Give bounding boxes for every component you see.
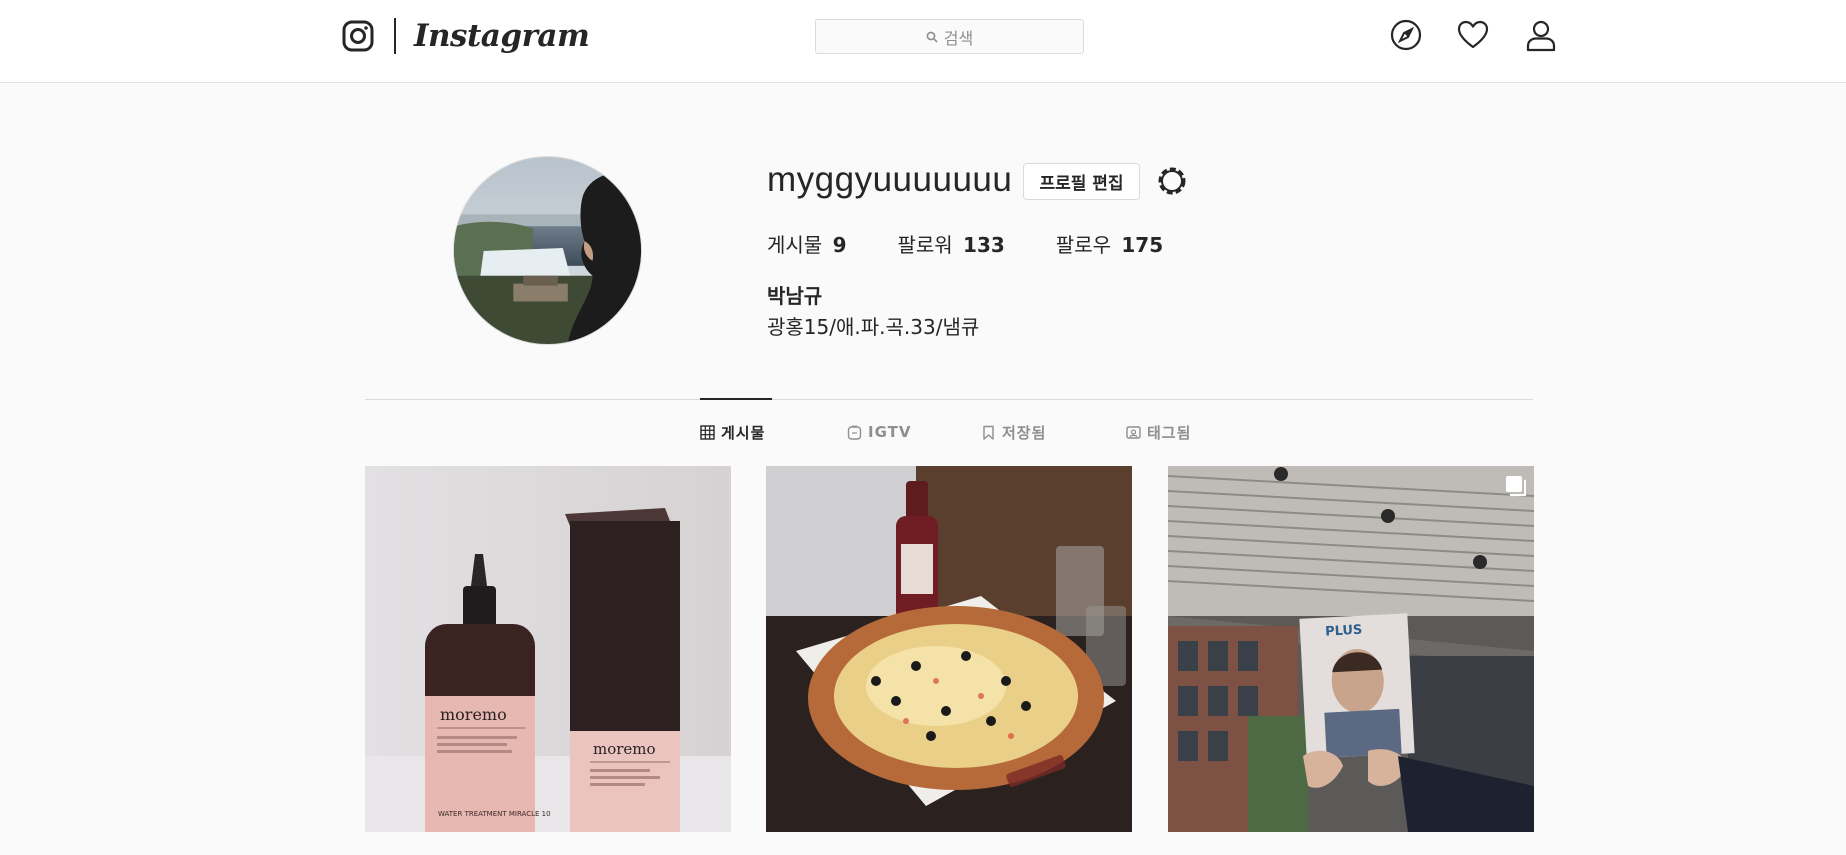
stat-following-count: 175	[1121, 233, 1164, 257]
search-icon	[926, 31, 938, 43]
instagram-logo[interactable]: Instagram	[342, 16, 590, 56]
tab-tagged[interactable]: 태그됨	[1126, 420, 1191, 444]
post-image-moremo: moremo WATER TREATMENT MIRACLE 10 moremo	[365, 466, 731, 832]
avatar-photo	[454, 157, 641, 344]
profile-username: myggyuuuuuuu	[767, 160, 1013, 199]
logo-divider	[394, 18, 396, 54]
igtv-icon	[847, 424, 862, 440]
profile-bio: 광홍15/애.파.곡.33/냄큐	[767, 315, 980, 339]
search-input[interactable]: 검색	[815, 19, 1084, 54]
bottle-caption: WATER TREATMENT MIRACLE 10	[438, 810, 551, 818]
stat-followers-label: 팔로워	[897, 233, 953, 257]
edit-profile-button[interactable]: 프로필 편집	[1023, 163, 1140, 200]
stat-followers[interactable]: 팔로워 133	[897, 229, 1004, 258]
settings-button[interactable]	[1155, 164, 1189, 198]
explore-button[interactable]	[1389, 18, 1423, 52]
tag-icon	[1126, 425, 1141, 439]
post-image-pizza	[766, 466, 1132, 832]
search-placeholder: 검색	[943, 28, 974, 48]
profile-full-name: 박남규	[767, 284, 823, 308]
stat-following[interactable]: 팔로우 175	[1056, 229, 1163, 258]
top-navigation-bar: Instagram 검색	[0, 0, 1846, 83]
instagram-camera-icon	[342, 20, 374, 52]
tab-igtv-label: IGTV	[868, 423, 912, 441]
compass-icon	[1390, 19, 1422, 51]
post-thumbnail[interactable]: PLUS	[1168, 466, 1534, 832]
instagram-wordmark: Instagram	[414, 18, 590, 54]
tab-posts[interactable]: 게시물	[700, 420, 765, 444]
tabs-divider	[365, 399, 1533, 400]
post-thumbnail[interactable]	[766, 466, 1132, 832]
post-thumbnail[interactable]: moremo WATER TREATMENT MIRACLE 10 moremo	[365, 466, 731, 832]
tab-saved-label: 저장됨	[1002, 423, 1047, 442]
tab-posts-label: 게시물	[721, 423, 766, 442]
stat-posts-count: 9	[832, 233, 847, 257]
tab-igtv[interactable]: IGTV	[847, 420, 911, 444]
bottle-label: moremo	[440, 705, 507, 724]
box-label: moremo	[593, 740, 656, 758]
profile-stats: 게시물 9 팔로워 133 팔로우 175	[767, 229, 1214, 258]
stat-following-label: 팔로우	[1055, 233, 1111, 257]
stat-posts-label: 게시물	[767, 233, 823, 257]
heart-icon	[1457, 20, 1489, 49]
activity-button[interactable]	[1456, 18, 1490, 52]
profile-avatar[interactable]	[453, 156, 642, 345]
user-icon	[1526, 20, 1556, 52]
profile-button[interactable]	[1524, 18, 1558, 52]
post-image-magazine: PLUS	[1168, 466, 1534, 832]
stat-followers-count: 133	[963, 233, 1005, 257]
bookmark-icon	[983, 425, 994, 440]
grid-icon	[700, 424, 715, 440]
tab-tagged-label: 태그됨	[1147, 423, 1192, 442]
gear-icon	[1158, 167, 1186, 195]
magazine-title: PLUS	[1325, 623, 1363, 640]
tab-saved[interactable]: 저장됨	[981, 420, 1046, 444]
active-tab-indicator	[700, 398, 772, 400]
stat-posts[interactable]: 게시물 9	[767, 229, 846, 258]
